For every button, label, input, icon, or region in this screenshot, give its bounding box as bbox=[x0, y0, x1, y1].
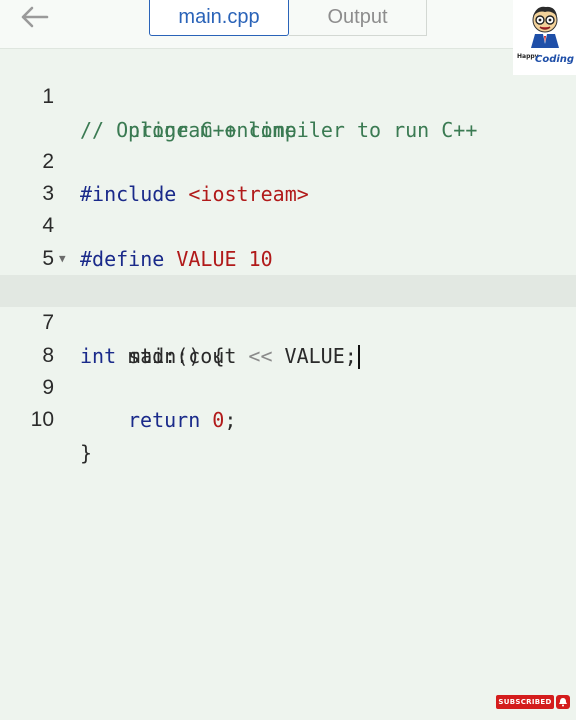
arrow-left-icon bbox=[21, 6, 49, 28]
code-line: 5 bbox=[0, 210, 576, 270]
code-line-current: 7 std::cout << VALUE; bbox=[0, 275, 576, 370]
tab-output[interactable]: Output bbox=[289, 0, 427, 36]
code-editor[interactable]: 1 // Online C++ compiler to run C++ prog… bbox=[0, 49, 576, 465]
line-number: 10 bbox=[30, 408, 54, 432]
code-line: 2 #include <iostream> bbox=[0, 114, 576, 206]
code-brace: } bbox=[80, 440, 93, 465]
fold-toggle-icon[interactable]: ▼ bbox=[59, 243, 66, 275]
code-line: 1 // Online C++ compiler to run C++ bbox=[0, 49, 576, 141]
tab-main-cpp[interactable]: main.cpp bbox=[149, 0, 289, 36]
code-line: 3 bbox=[0, 146, 576, 205]
bell-icon[interactable] bbox=[556, 695, 570, 709]
editor-header: main.cpp Output bbox=[0, 0, 576, 49]
code-return: return 0; bbox=[128, 408, 237, 433]
back-button[interactable] bbox=[14, 0, 54, 34]
code-line: 6 ▼ int main() { bbox=[0, 243, 576, 368]
code-line: 9 return 0; bbox=[0, 340, 576, 432]
code-line: 10 } bbox=[0, 372, 576, 464]
subscribe-button[interactable]: SUBSCRIBED bbox=[496, 695, 554, 709]
code-line: 4 #define VALUE 10 bbox=[0, 178, 576, 270]
code-line: program online bbox=[0, 81, 576, 142]
code-line: 8 bbox=[0, 307, 576, 367]
